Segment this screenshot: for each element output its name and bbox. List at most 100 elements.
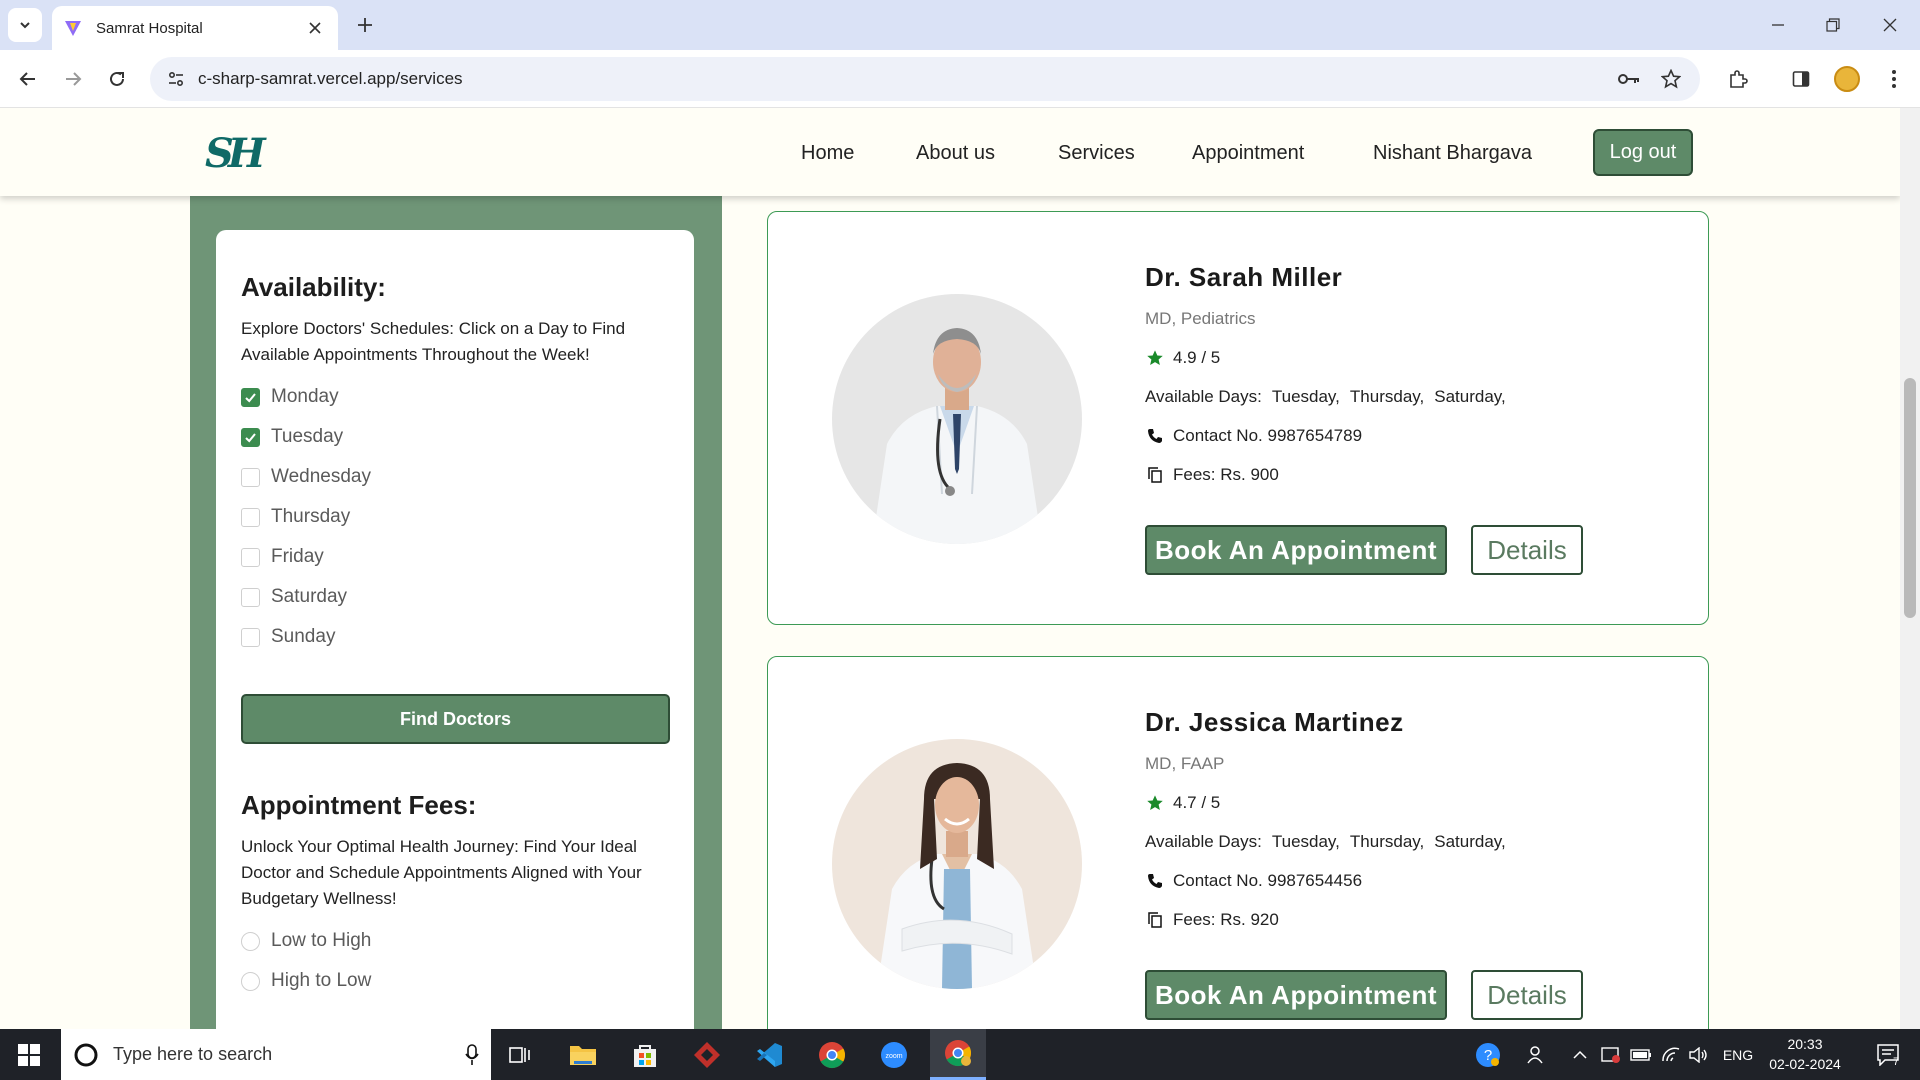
sort-label: Low to High xyxy=(271,930,372,951)
star-icon xyxy=(1145,348,1165,368)
checkbox[interactable] xyxy=(241,507,260,527)
notification-center-button[interactable]: 7 xyxy=(1868,1029,1908,1080)
day-option-monday[interactable]: Monday xyxy=(241,384,339,410)
chevron-down-icon xyxy=(20,22,30,29)
radio[interactable] xyxy=(241,931,260,951)
site-logo[interactable]: SH xyxy=(205,130,266,177)
day-option-sunday[interactable]: Sunday xyxy=(241,624,335,650)
clock-time: 20:33 xyxy=(1787,1036,1823,1052)
checkbox[interactable] xyxy=(241,587,260,607)
start-button[interactable] xyxy=(0,1029,58,1080)
microsoft-store-app[interactable] xyxy=(619,1029,671,1080)
wifi-icon[interactable] xyxy=(1658,1029,1684,1080)
help-tray-icon[interactable]: ? xyxy=(1472,1029,1504,1080)
browser-tab[interactable]: Samrat Hospital xyxy=(52,6,338,50)
days-label: Available Days: xyxy=(1145,387,1262,406)
day-option-thursday[interactable]: Thursday xyxy=(241,504,350,530)
book-appointment-button[interactable]: Book An Appointment xyxy=(1145,970,1447,1020)
fees-description: Unlock Your Optimal Health Journey: Find… xyxy=(241,837,642,908)
doctor-name: Dr. Sarah Miller xyxy=(1145,262,1343,292)
profile-button[interactable] xyxy=(1831,63,1863,95)
extensions-button[interactable] xyxy=(1722,63,1754,95)
day-item: Tuesday, xyxy=(1271,387,1340,406)
day-item: Tuesday, xyxy=(1271,832,1340,851)
vscode-app[interactable] xyxy=(743,1029,795,1080)
details-button[interactable]: Details xyxy=(1471,970,1583,1020)
address-bar[interactable]: c-sharp-samrat.vercel.app/services xyxy=(150,57,1700,101)
taskbar-search[interactable]: Type here to search xyxy=(61,1029,491,1080)
battery-icon[interactable] xyxy=(1628,1029,1654,1080)
checkbox[interactable] xyxy=(241,387,260,407)
bookmark-star-icon[interactable] xyxy=(1656,64,1686,94)
logout-button[interactable]: Log out xyxy=(1593,129,1693,176)
volume-icon[interactable] xyxy=(1686,1029,1712,1080)
checkbox[interactable] xyxy=(241,627,260,647)
browser-menu-button[interactable] xyxy=(1878,63,1910,95)
page-viewport: SH Home About us Services Appointment Ni… xyxy=(0,108,1900,1029)
fees-value: Fees: Rs. 920 xyxy=(1173,910,1279,929)
sort-option-high-to-low[interactable]: High to Low xyxy=(241,968,371,994)
scrollbar-thumb[interactable] xyxy=(1904,378,1916,618)
day-option-wednesday[interactable]: Wednesday xyxy=(241,464,371,490)
book-appointment-button[interactable]: Book An Appointment xyxy=(1145,525,1447,575)
password-key-icon[interactable] xyxy=(1614,64,1644,94)
nav-link-services[interactable]: Services xyxy=(1058,142,1135,165)
taskbar-clock[interactable]: 20:33 02-02-2024 xyxy=(1760,1034,1850,1074)
day-label: Thursday xyxy=(271,506,351,527)
close-icon xyxy=(309,22,321,34)
browser-tabbar: Samrat Hospital xyxy=(0,0,1920,50)
checkbox[interactable] xyxy=(241,547,260,567)
restore-button[interactable] xyxy=(1820,12,1846,38)
browser-toolbar: c-sharp-samrat.vercel.app/services xyxy=(0,50,1920,108)
doctor-contact: Contact No. 9987654789 xyxy=(1145,426,1362,446)
day-label: Sunday xyxy=(271,626,336,647)
vite-favicon-icon xyxy=(65,21,81,36)
tab-search-button[interactable] xyxy=(8,8,42,42)
contact-number: Contact No. 9987654456 xyxy=(1173,871,1363,890)
tab-close-button[interactable] xyxy=(304,17,326,39)
chevron-up-icon[interactable] xyxy=(1568,1029,1592,1080)
zoom-app[interactable]: zoom xyxy=(868,1029,920,1080)
search-circle-icon xyxy=(74,1043,98,1066)
page-scrollbar[interactable] xyxy=(1900,108,1920,1029)
new-tab-button[interactable] xyxy=(352,12,378,38)
reload-button[interactable] xyxy=(101,63,133,95)
file-explorer-app[interactable] xyxy=(557,1029,609,1080)
people-tray-icon[interactable] xyxy=(1522,1029,1550,1080)
radio[interactable] xyxy=(241,971,260,991)
forward-button[interactable] xyxy=(57,63,89,95)
copy-icon xyxy=(1145,465,1165,485)
url-text[interactable]: c-sharp-samrat.vercel.app/services xyxy=(198,69,1602,89)
doctor-fees: Fees: Rs. 900 xyxy=(1145,465,1279,485)
checkbox[interactable] xyxy=(241,427,260,447)
windows-taskbar: Type here to search zoom ? ENG 20:33 02-… xyxy=(0,1029,1920,1080)
minimize-button[interactable] xyxy=(1765,12,1791,38)
day-option-friday[interactable]: Friday xyxy=(241,544,324,570)
microphone-icon[interactable] xyxy=(465,1043,479,1066)
day-option-tuesday[interactable]: Tuesday xyxy=(241,424,343,450)
tab-title: Samrat Hospital xyxy=(96,19,203,37)
site-navbar: SH Home About us Services Appointment Ni… xyxy=(0,108,1900,196)
security-tray-icon[interactable] xyxy=(1598,1029,1624,1080)
chrome-app[interactable] xyxy=(806,1029,858,1080)
nav-link-home[interactable]: Home xyxy=(801,142,854,165)
git-app[interactable] xyxy=(681,1029,733,1080)
find-doctors-button[interactable]: Find Doctors xyxy=(241,694,670,744)
sort-option-low-to-high[interactable]: Low to High xyxy=(241,928,371,954)
side-panel-button[interactable] xyxy=(1785,63,1817,95)
rating-value: 4.9 / 5 xyxy=(1173,348,1221,367)
back-button[interactable] xyxy=(12,63,44,95)
chrome-profile-app-active[interactable] xyxy=(930,1029,986,1080)
task-view-button[interactable] xyxy=(494,1029,546,1080)
language-indicator[interactable]: ENG xyxy=(1718,1029,1758,1080)
details-button[interactable]: Details xyxy=(1471,525,1583,575)
nav-link-appointment[interactable]: Appointment xyxy=(1192,142,1304,165)
svg-text:?: ? xyxy=(1484,1047,1492,1064)
close-window-button[interactable] xyxy=(1877,12,1903,38)
doctor-rating: 4.7 / 5 xyxy=(1145,793,1220,813)
day-option-saturday[interactable]: Saturday xyxy=(241,584,347,610)
nav-link-about[interactable]: About us xyxy=(916,142,995,165)
checkbox[interactable] xyxy=(241,467,260,487)
nav-link-user-profile[interactable]: Nishant Bhargava xyxy=(1373,142,1532,165)
site-info-icon[interactable] xyxy=(164,67,188,91)
